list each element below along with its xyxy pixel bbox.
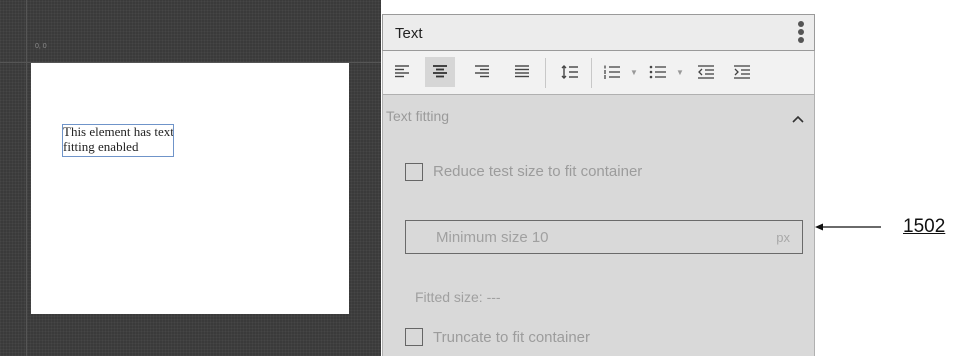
- selected-text-element-outline[interactable]: [62, 124, 174, 157]
- more-options-icon[interactable]: [797, 21, 805, 45]
- text-formatting-toolbar: ▼ ▼: [382, 51, 815, 95]
- align-justify-icon: [515, 65, 529, 78]
- minimum-size-unit: px: [776, 230, 790, 245]
- numbered-list-button[interactable]: [597, 57, 627, 87]
- truncate-checkbox[interactable]: [405, 328, 423, 346]
- bulleted-list-button[interactable]: [643, 57, 673, 87]
- align-right-icon: [475, 65, 489, 78]
- artboard[interactable]: [31, 63, 349, 314]
- align-justify-button[interactable]: [507, 57, 537, 87]
- minimum-size-value: Minimum size 10: [436, 229, 549, 246]
- text-panel-header: Text: [382, 14, 815, 51]
- panel-title: Text: [395, 25, 423, 42]
- reduce-size-label: Reduce test size to fit container: [433, 163, 643, 180]
- reference-number: 1502: [903, 216, 946, 237]
- toolbar-divider: [545, 58, 546, 88]
- increase-indent-button[interactable]: [727, 57, 757, 87]
- align-left-button[interactable]: [387, 57, 417, 87]
- guide-vertical: [26, 0, 27, 356]
- callout-arrow-icon: [815, 223, 881, 231]
- decrease-indent-button[interactable]: [691, 57, 721, 87]
- reduce-size-checkbox[interactable]: [405, 163, 423, 181]
- decrease-indent-icon: [698, 65, 714, 79]
- bulleted-list-icon: [649, 65, 666, 79]
- align-center-icon: [433, 65, 447, 78]
- fitted-size-readout: Fitted size: ---: [415, 289, 501, 305]
- bulleted-list-dropdown-icon[interactable]: ▼: [676, 68, 684, 77]
- increase-indent-icon: [734, 65, 750, 79]
- align-left-icon: [395, 65, 409, 78]
- text-fitting-section: Text fitting Reduce test size to fit con…: [382, 95, 815, 356]
- toolbar-divider: [591, 58, 592, 88]
- line-spacing-icon: [561, 65, 578, 79]
- minimum-size-input[interactable]: Minimum size 10 px: [405, 220, 803, 254]
- align-right-button[interactable]: [467, 57, 497, 87]
- numbered-list-dropdown-icon[interactable]: ▼: [630, 68, 638, 77]
- numbered-list-icon: [604, 65, 620, 79]
- section-title: Text fitting: [386, 108, 450, 124]
- align-center-button[interactable]: [425, 57, 455, 87]
- chevron-up-icon[interactable]: [792, 115, 804, 123]
- line-spacing-button[interactable]: [555, 57, 585, 87]
- coordinate-label: 0, 0: [35, 43, 47, 50]
- truncate-label: Truncate to fit container: [433, 329, 591, 346]
